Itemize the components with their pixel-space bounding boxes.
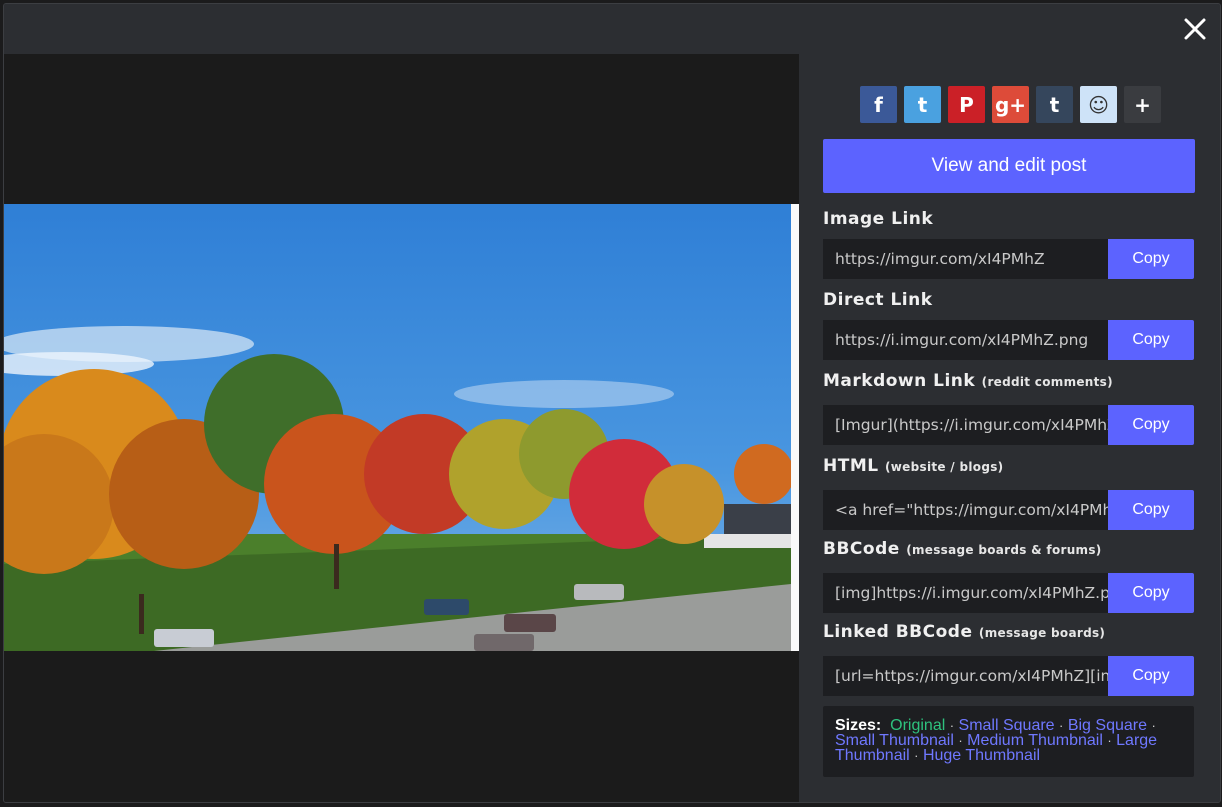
html-input[interactable]: <a href="https://imgur.com/xI4PMhZ"> xyxy=(823,490,1108,530)
direct-link-label: Direct Link xyxy=(823,290,933,310)
linked-bbcode-field: Linked BBCode (message boards) [url=http… xyxy=(823,622,1194,696)
facebook-icon[interactable]: f xyxy=(860,86,897,123)
html-label: HTML xyxy=(823,456,879,476)
modal-header xyxy=(4,4,1220,54)
view-edit-post-button[interactable]: View and edit post xyxy=(823,139,1195,193)
close-icon[interactable] xyxy=(1182,16,1208,42)
tumblr-icon[interactable]: t xyxy=(1036,86,1073,123)
share-modal: f t Pg+ t ☺ + View and edit post Image Link h… xyxy=(3,3,1221,803)
pinterest-icon[interactable]: P xyxy=(948,86,985,123)
twitter-icon[interactable]: t xyxy=(904,86,941,123)
copy-html-button[interactable]: Copy xyxy=(1108,490,1194,530)
share-sidebar: f t Pg+ t ☺ + View and edit post Image Link h… xyxy=(799,54,1220,802)
markdown-link-label: Markdown Link xyxy=(823,371,976,391)
markdown-link-field: Markdown Link (reddit comments) [Imgur](… xyxy=(823,371,1194,445)
image-link-field: Image Link https://imgur.com/xI4PMhZ Cop… xyxy=(823,209,1194,279)
bbcode-input[interactable]: [img]https://i.imgur.com/xI4PMhZ.png[/im… xyxy=(823,573,1108,613)
linked-bbcode-label: Linked BBCode xyxy=(823,622,973,642)
copy-markdown-link-button[interactable]: Copy xyxy=(1108,405,1194,445)
html-sublabel: (website / blogs) xyxy=(885,460,1004,474)
image-preview-pane xyxy=(4,54,799,802)
reddit-icon[interactable]: ☺ xyxy=(1080,86,1117,123)
more-icon[interactable]: + xyxy=(1124,86,1161,123)
direct-link-field: Direct Link https://i.imgur.com/xI4PMhZ.… xyxy=(823,290,1194,360)
linked-bbcode-sublabel: (message boards) xyxy=(978,626,1106,640)
copy-direct-link-button[interactable]: Copy xyxy=(1108,320,1194,360)
image-link-input[interactable]: https://imgur.com/xI4PMhZ xyxy=(823,239,1108,279)
google-plus-icon[interactable]: g+ xyxy=(992,86,1029,123)
share-buttons: f t Pg+ t ☺ + xyxy=(860,86,1161,123)
sizes-panel: Sizes: Original · Small Square · Big Squ… xyxy=(823,706,1194,777)
linked-bbcode-input[interactable]: [url=https://imgur.com/xI4PMhZ][img] xyxy=(823,656,1108,696)
bbcode-field: BBCode (message boards & forums) [img]ht… xyxy=(823,539,1194,613)
direct-link-input[interactable]: https://i.imgur.com/xI4PMhZ.png xyxy=(823,320,1108,360)
markdown-link-sublabel: (reddit comments) xyxy=(981,375,1113,389)
copy-linked-bbcode-button[interactable]: Copy xyxy=(1108,656,1194,696)
copy-bbcode-button[interactable]: Copy xyxy=(1108,573,1194,613)
markdown-link-input[interactable]: [Imgur](https://i.imgur.com/xI4PMhZ.png) xyxy=(823,405,1108,445)
html-field: HTML (website / blogs) <a href="https://… xyxy=(823,456,1194,530)
bbcode-sublabel: (message boards & forums) xyxy=(906,543,1102,557)
bbcode-label: BBCode xyxy=(823,539,900,559)
uploaded-photo xyxy=(4,204,799,651)
size-huge-thumbnail-link[interactable]: Huge Thumbnail xyxy=(923,747,1040,764)
copy-image-link-button[interactable]: Copy xyxy=(1108,239,1194,279)
image-link-label: Image Link xyxy=(823,209,934,229)
